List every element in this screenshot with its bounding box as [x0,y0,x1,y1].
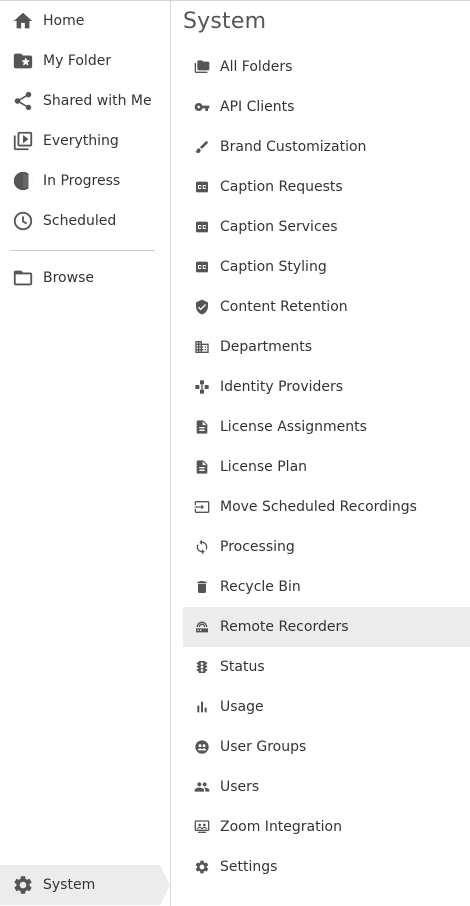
gear-icon [193,859,211,875]
video-library-icon [12,130,34,152]
menu-item-label: License Plan [220,459,308,475]
menu-item-all-folders[interactable]: All Folders [183,47,470,87]
menu-item-license-plan[interactable]: License Plan [183,447,470,487]
sidebar-item-label: Scheduled [43,213,117,229]
menu-item-label: Caption Services [220,219,338,235]
sidebar-item-in-progress[interactable]: In Progress [0,161,170,201]
menu-item-label: Settings [220,859,278,875]
bar-chart-icon [193,699,211,715]
home-icon [12,10,34,32]
menu-item-settings[interactable]: Settings [183,847,470,887]
menu-item-label: Usage [220,699,264,715]
menu-item-label: Brand Customization [220,139,367,155]
menu-item-label: Remote Recorders [220,619,349,635]
move-icon [193,499,211,515]
sidebar-item-label: System [43,877,96,893]
clock-icon [12,210,34,232]
key-icon [193,99,211,115]
shield-check-icon [193,299,211,315]
menu-item-users[interactable]: Users [183,767,470,807]
sidebar-item-browse[interactable]: Browse [0,258,170,298]
brush-icon [193,139,211,155]
menu-item-label: API Clients [220,99,295,115]
menu-item-caption-services[interactable]: Caption Services [183,207,470,247]
sidebar-item-label: In Progress [43,173,121,189]
sidebar-item-label: Everything [43,133,119,149]
menu-item-label: Content Retention [220,299,348,315]
menu-item-api-clients[interactable]: API Clients [183,87,470,127]
menu-item-license-assignments[interactable]: License Assignments [183,407,470,447]
users-icon [193,779,211,795]
share-icon [12,90,34,112]
menu-item-label: Caption Requests [220,179,343,195]
router-icon [193,619,211,635]
system-panel: System All Folders API Clients Brand Cus… [171,1,470,906]
menu-item-identity-providers[interactable]: Identity Providers [183,367,470,407]
menu-item-status[interactable]: Status [183,647,470,687]
folders-icon [193,59,211,75]
folder-star-icon [12,50,34,72]
page-title: System [183,9,267,34]
menu-item-departments[interactable]: Departments [183,327,470,367]
closed-caption-icon [193,219,211,235]
menu-item-brand-customization[interactable]: Brand Customization [183,127,470,167]
menu-item-content-retention[interactable]: Content Retention [183,287,470,327]
traffic-light-icon [193,659,211,675]
sidebar-item-shared-with-me[interactable]: Shared with Me [0,81,170,121]
sidebar-item-everything[interactable]: Everything [0,121,170,161]
menu-item-recycle-bin[interactable]: Recycle Bin [183,567,470,607]
sync-icon [193,539,211,555]
sidebar-item-system[interactable]: System [0,865,170,905]
menu-item-label: Move Scheduled Recordings [220,499,417,515]
sidebar-item-scheduled[interactable]: Scheduled [0,201,170,241]
user-groups-icon [193,739,211,755]
sidebar-divider [11,250,155,251]
menu-item-remote-recorders[interactable]: Remote Recorders [183,607,470,647]
menu-item-user-groups[interactable]: User Groups [183,727,470,767]
document-icon [193,419,211,435]
left-sidebar: Home My Folder Shared with Me Everything… [0,1,171,906]
menu-item-zoom-integration[interactable]: Zoom Integration [183,807,470,847]
menu-item-label: Recycle Bin [220,579,301,595]
menu-item-label: Users [220,779,260,795]
menu-item-caption-styling[interactable]: Caption Styling [183,247,470,287]
menu-item-label: All Folders [220,59,293,75]
sidebar-item-label: Shared with Me [43,93,152,109]
zoom-icon [193,819,211,835]
menu-item-move-scheduled-recordings[interactable]: Move Scheduled Recordings [183,487,470,527]
sidebar-item-home[interactable]: Home [0,1,170,41]
identity-providers-icon [193,379,211,395]
menu-item-label: License Assignments [220,419,367,435]
sidebar-item-label: My Folder [43,53,112,69]
trash-icon [193,579,211,595]
menu-item-label: Processing [220,539,295,555]
menu-item-label: Identity Providers [220,379,344,395]
menu-item-label: Zoom Integration [220,819,342,835]
closed-caption-icon [193,259,211,275]
menu-item-caption-requests[interactable]: Caption Requests [183,167,470,207]
closed-caption-icon [193,179,211,195]
menu-item-processing[interactable]: Processing [183,527,470,567]
sidebar-item-label: Home [43,13,85,29]
folder-outline-icon [12,267,34,289]
menu-item-label: Caption Styling [220,259,327,275]
menu-item-usage[interactable]: Usage [183,687,470,727]
building-icon [193,339,211,355]
sidebar-item-label: Browse [43,270,94,286]
menu-item-label: User Groups [220,739,307,755]
active-indicator-arrow [160,865,170,905]
in-progress-icon [12,170,34,192]
gear-icon [12,874,34,896]
sidebar-item-my-folder[interactable]: My Folder [0,41,170,81]
document-icon [193,459,211,475]
menu-item-label: Status [220,659,265,675]
menu-item-label: Departments [220,339,313,355]
